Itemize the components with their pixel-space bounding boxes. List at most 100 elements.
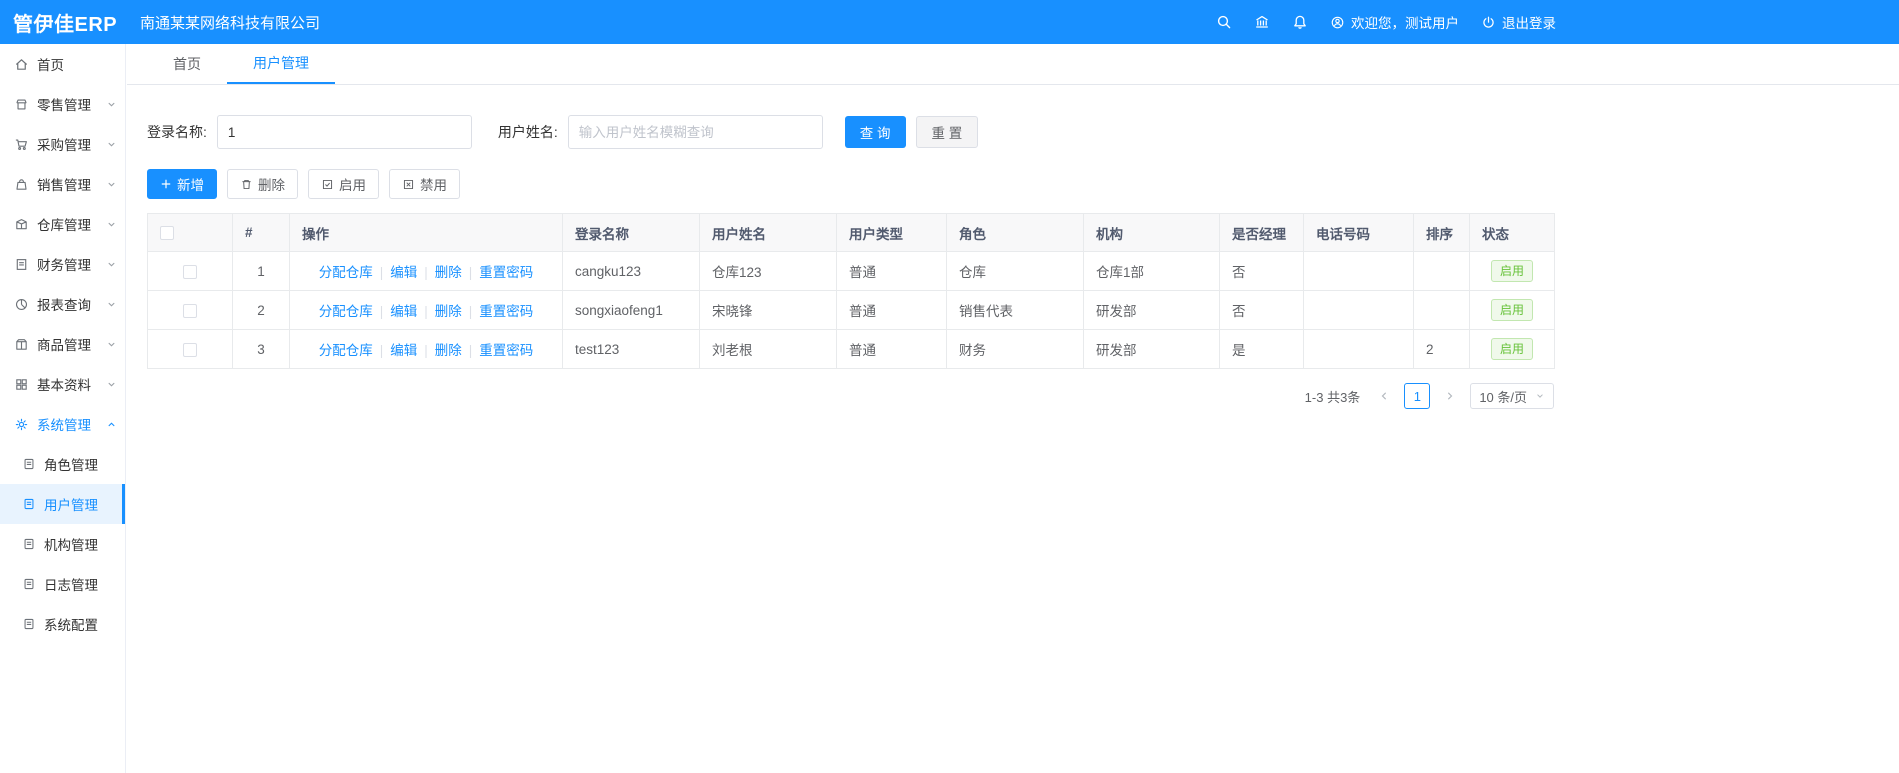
- delete-link[interactable]: 删除: [435, 304, 462, 319]
- sidebar-item-basicdata[interactable]: 基本资料: [0, 364, 125, 404]
- table-row: 3 分配仓库 | 编辑 | 删除 | 重置密码 test123 刘老根 普通 财务 研发部 …: [147, 329, 1555, 369]
- table-header-row: # 操作 登录名称 用户姓名 用户类型 角色 机构 是否经理 电话号码 排序 状…: [147, 213, 1555, 252]
- sidebar-subitem-roles[interactable]: 角色管理: [0, 444, 125, 484]
- trash-icon: [240, 178, 253, 191]
- row-checkbox[interactable]: [183, 342, 197, 357]
- add-button[interactable]: 新增: [147, 169, 217, 199]
- sidebar-subitem-label: 用户管理: [44, 498, 98, 513]
- sidebar-item-system[interactable]: 系统管理: [0, 404, 125, 444]
- next-page-button[interactable]: [1438, 384, 1462, 408]
- col-type: 用户类型: [836, 213, 947, 252]
- tab-home[interactable]: 首页: [147, 44, 227, 84]
- logout-button[interactable]: 退出登录: [1481, 12, 1556, 32]
- grid-icon: [14, 377, 29, 392]
- sidebar-item-label: 报表查询: [37, 298, 91, 313]
- delete-button-label: 删除: [258, 178, 285, 193]
- chevron-down-icon: [106, 339, 117, 350]
- edit-link[interactable]: 编辑: [390, 304, 417, 319]
- select-all-checkbox[interactable]: [160, 226, 174, 241]
- page-size-value: 10 条/页: [1479, 389, 1527, 405]
- sidebar-subitem-label: 系统配置: [44, 618, 98, 633]
- cell-login: cangku123: [562, 251, 700, 291]
- cell-type: 普通: [836, 251, 947, 291]
- delete-link[interactable]: 删除: [435, 265, 462, 280]
- current-page-button[interactable]: 1: [1404, 383, 1431, 409]
- col-actions: 操作: [289, 213, 563, 252]
- reset-password-link[interactable]: 重置密码: [479, 304, 533, 319]
- user-menu[interactable]: 欢迎您，测试用户: [1330, 12, 1459, 32]
- cell-sort: [1413, 290, 1470, 330]
- sidebar-item-purchase[interactable]: 采购管理: [0, 124, 125, 164]
- company-name: 南通某某网络科技有限公司: [140, 14, 321, 32]
- chevron-down-icon: [106, 379, 117, 390]
- reset-button[interactable]: 重 置: [915, 116, 979, 148]
- cell-manager: 是: [1219, 329, 1304, 369]
- table-row: 1 分配仓库 | 编辑 | 删除 | 重置密码 cangku123 仓库123 普通 仓库 …: [147, 251, 1555, 291]
- page-size-select[interactable]: 10 条/页: [1470, 383, 1554, 409]
- cell-role: 销售代表: [946, 290, 1084, 330]
- document-icon: [22, 537, 37, 552]
- edit-link[interactable]: 编辑: [390, 265, 417, 280]
- edit-link[interactable]: 编辑: [390, 343, 417, 358]
- bell-icon[interactable]: [1292, 14, 1308, 30]
- sidebar-subitem-users[interactable]: 用户管理: [0, 484, 125, 524]
- cell-name: 仓库123: [699, 251, 837, 291]
- filter-bar: 登录名称: 用户姓名: 查 询 重 置: [147, 115, 1879, 149]
- cell-name: 宋晓锋: [699, 290, 837, 330]
- main-area: 首页 用户管理 登录名称: 用户姓名: 查 询 重 置 新增: [127, 44, 1899, 773]
- assign-warehouse-link[interactable]: 分配仓库: [319, 304, 373, 319]
- top-header: 管伊佳ERP 南通某某网络科技有限公司 欢迎您，测试用户 退出登录: [0, 0, 1899, 44]
- tab-user-management[interactable]: 用户管理: [227, 44, 335, 84]
- cell-role: 财务: [946, 329, 1084, 369]
- home-bank-icon[interactable]: [1254, 14, 1270, 30]
- box-icon: [14, 217, 29, 232]
- reset-password-link[interactable]: 重置密码: [479, 343, 533, 358]
- divider: |: [379, 343, 384, 358]
- gear-icon: [14, 417, 29, 432]
- cell-name: 刘老根: [699, 329, 837, 369]
- sidebar-item-sales[interactable]: 销售管理: [0, 164, 125, 204]
- status-badge: 启用: [1490, 338, 1533, 360]
- gift-box-icon: [14, 337, 29, 352]
- sidebar-item-reports[interactable]: 报表查询: [0, 284, 125, 324]
- col-name: 用户姓名: [699, 213, 837, 252]
- sidebar-subitem-label: 日志管理: [44, 578, 98, 593]
- sidebar-subitem-logs[interactable]: 日志管理: [0, 564, 125, 604]
- col-login: 登录名称: [562, 213, 700, 252]
- login-name-input[interactable]: [216, 115, 472, 149]
- prev-page-button[interactable]: [1372, 384, 1396, 408]
- document-icon: [14, 257, 29, 272]
- row-checkbox[interactable]: [183, 264, 197, 279]
- erp-app: 管伊佳ERP 南通某某网络科技有限公司 欢迎您，测试用户 退出登录 首页 零售管…: [0, 0, 1899, 773]
- sidebar-item-label: 基本资料: [37, 378, 91, 393]
- sidebar-item-warehouse[interactable]: 仓库管理: [0, 204, 125, 244]
- sidebar-item-retail[interactable]: 零售管理: [0, 84, 125, 124]
- sidebar-item-label: 零售管理: [37, 98, 91, 113]
- sidebar-subitem-config[interactable]: 系统配置: [0, 604, 125, 644]
- sidebar-item-products[interactable]: 商品管理: [0, 324, 125, 364]
- sidebar-item-home[interactable]: 首页: [0, 44, 125, 84]
- search-button[interactable]: 查 询: [844, 116, 906, 148]
- sidebar-item-finance[interactable]: 财务管理: [0, 244, 125, 284]
- col-phone: 电话号码: [1303, 213, 1414, 252]
- sidebar-subitem-orgs[interactable]: 机构管理: [0, 524, 125, 564]
- row-checkbox[interactable]: [183, 303, 197, 318]
- add-button-label: 新增: [177, 178, 204, 193]
- assign-warehouse-link[interactable]: 分配仓库: [319, 343, 373, 358]
- user-name-input[interactable]: [567, 115, 823, 149]
- enable-button-label: 启用: [339, 178, 366, 193]
- delete-link[interactable]: 删除: [435, 343, 462, 358]
- user-name-label: 用户姓名:: [497, 124, 558, 140]
- tab-bar: 首页 用户管理: [127, 44, 1899, 85]
- disable-button-label: 禁用: [420, 178, 447, 193]
- disable-button[interactable]: 禁用: [389, 169, 460, 199]
- delete-button[interactable]: 删除: [227, 169, 298, 199]
- enable-button[interactable]: 启用: [308, 169, 379, 199]
- divider: |: [424, 304, 428, 319]
- reset-password-link[interactable]: 重置密码: [479, 265, 533, 280]
- assign-warehouse-link[interactable]: 分配仓库: [319, 265, 373, 280]
- row-actions: 分配仓库 | 编辑 | 删除 | 重置密码: [289, 251, 563, 291]
- search-icon[interactable]: [1216, 14, 1232, 30]
- cell-org: 研发部: [1083, 290, 1220, 330]
- home-icon: [14, 57, 29, 72]
